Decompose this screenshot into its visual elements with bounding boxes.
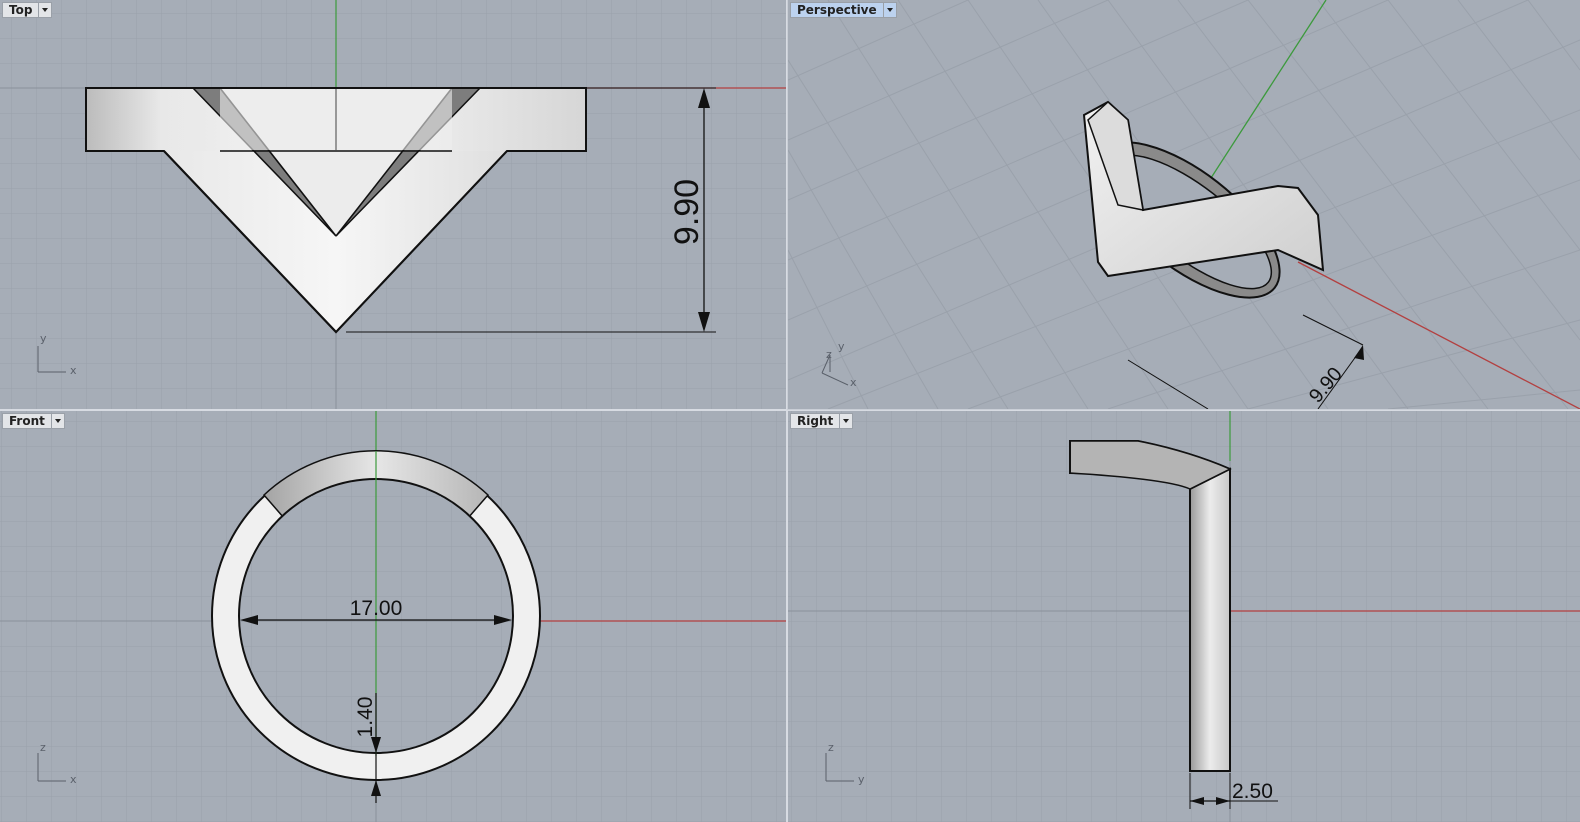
right-view-canvas[interactable]: 2.50 z y — [788, 411, 1580, 822]
svg-text:y: y — [858, 773, 865, 786]
viewport-perspective[interactable]: 9.90 z y x Perspective — [787, 0, 1580, 410]
viewport-right[interactable]: 2.50 z y Right — [788, 411, 1580, 822]
svg-text:x: x — [70, 773, 77, 786]
tab-front[interactable]: Front — [2, 413, 65, 429]
svg-text:z: z — [826, 348, 832, 361]
front-view-canvas[interactable]: 17.00 1.40 z x — [0, 411, 786, 822]
viewport-front[interactable]: 17.00 1.40 z x Front — [0, 411, 786, 822]
svg-text:z: z — [828, 741, 834, 754]
svg-text:z: z — [40, 741, 46, 754]
svg-text:y: y — [838, 340, 845, 353]
tab-right[interactable]: Right — [790, 413, 854, 429]
perspective-view-canvas[interactable]: 9.90 z y x — [788, 0, 1580, 409]
tab-perspective[interactable]: Perspective — [790, 2, 897, 18]
viewport-menu-arrow-icon[interactable] — [38, 2, 53, 18]
viewport-menu-arrow-icon[interactable] — [50, 413, 65, 429]
tab-front-label: Front — [2, 413, 51, 429]
viewport-menu-arrow-icon[interactable] — [882, 2, 897, 18]
svg-text:y: y — [40, 332, 47, 345]
tab-top[interactable]: Top — [2, 2, 53, 18]
top-dimension-label: 9.90 — [668, 179, 706, 245]
front-thickness-dimension-label: 1.40 — [354, 697, 377, 738]
tab-top-label: Top — [2, 2, 39, 18]
svg-text:x: x — [850, 376, 857, 389]
viewport-menu-arrow-icon[interactable] — [839, 413, 854, 429]
front-width-dimension-label: 17.00 — [350, 597, 403, 620]
top-view-canvas[interactable]: 9.90 y x — [0, 0, 786, 409]
tab-right-label: Right — [790, 413, 840, 429]
tab-perspective-label: Perspective — [790, 2, 883, 18]
viewport-top[interactable]: 9.90 y x Top — [0, 0, 786, 409]
right-dimension-label: 2.50 — [1232, 780, 1273, 803]
svg-text:x: x — [70, 364, 77, 377]
four-viewport-layout: 9.90 y x Top 9.90 z y x Perspective 17.0… — [0, 0, 1580, 822]
